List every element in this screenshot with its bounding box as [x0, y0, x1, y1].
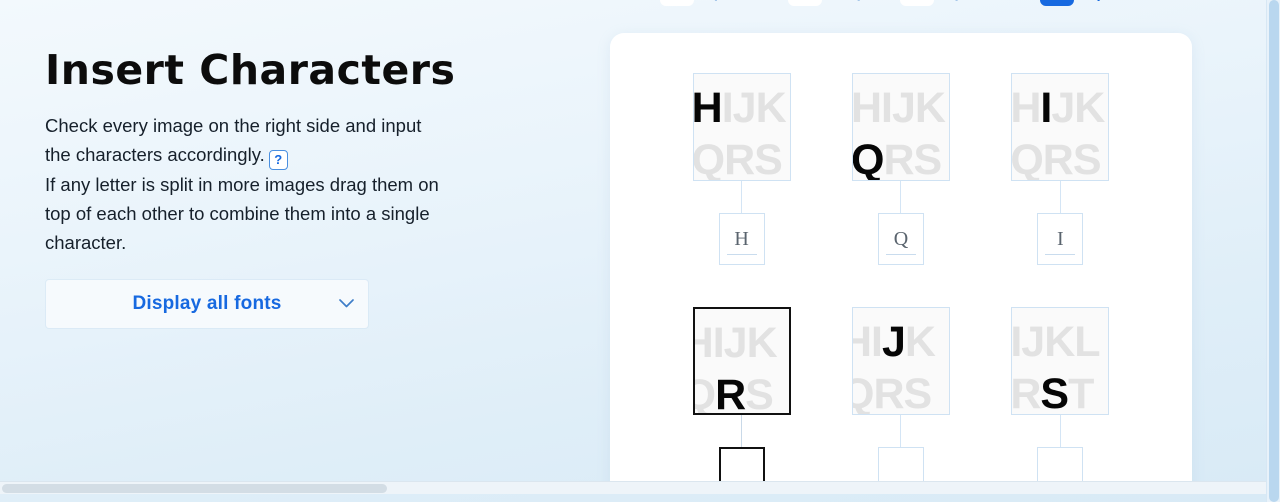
thumbnail-letter-grid: HIJKQRS	[692, 82, 787, 181]
display-all-fonts-label: Display all fonts	[132, 293, 282, 314]
thumbnail-row-bottom: RST	[1011, 370, 1094, 415]
thumbnail-letter-grid: HIJKQRS	[695, 317, 778, 415]
character-input[interactable]: H	[718, 213, 765, 265]
thumbnail-letter-grid: HIJKQRS	[1011, 82, 1105, 181]
display-all-fonts-select[interactable]: Display all fonts	[46, 280, 368, 328]
step-upload[interactable]: 1 Upload	[660, 0, 754, 6]
characters-panel: HIJKQRSHHIJKQRSQHIJKQRSIHIJKQRSHIJKQRSIJ…	[610, 33, 1192, 494]
card-s[interactable]: IJKL RST	[985, 307, 1135, 494]
thumbnail-row-top: HIJK	[695, 319, 778, 367]
chevron-down-icon	[339, 295, 354, 313]
thumbnail-row-top: IJKL	[1011, 318, 1100, 366]
page-title: Insert Characters	[45, 46, 456, 94]
page-viewport: 1 Upload 2 Crop 3 Optimize 4 Input Insert Chara…	[0, 0, 1266, 494]
intro-line-2-text: the characters accordingly.	[45, 144, 265, 166]
character-input-value: H	[734, 228, 749, 250]
thumbnail-row-bottom: QRS	[851, 136, 942, 181]
step-number-badge: 3	[899, 0, 934, 6]
thumbnail-row-top: HIJK	[1011, 84, 1105, 132]
thumbnail-letter-grid: HIJKQRS	[853, 316, 936, 415]
thumbnail-row-bottom: QRS	[853, 370, 932, 415]
horizontal-scrollbar-thumb[interactable]	[2, 484, 387, 493]
thumbnail-row-bottom: QRS	[1011, 136, 1101, 181]
step-label: Crop	[831, 0, 866, 2]
character-card-grid: HIJKQRSHHIJKQRSQHIJKQRSIHIJKQRSHIJKQRSIJ…	[610, 33, 1192, 494]
character-image-thumbnail[interactable]: HIJKQRS	[1011, 73, 1110, 181]
thumbnail-input-connector	[1059, 415, 1061, 447]
card-j[interactable]: HIJKQRS	[826, 307, 976, 494]
vertical-scrollbar[interactable]	[1266, 0, 1280, 502]
thumbnail-input-connector	[741, 181, 743, 213]
thumbnail-row-bottom: QRS	[692, 136, 783, 181]
card-r[interactable]: HIJKQRS	[667, 307, 817, 494]
character-input-underline	[726, 254, 757, 255]
thumbnail-row-top: HIJK	[853, 318, 936, 366]
card-h[interactable]: HIJK QRS H	[667, 73, 817, 265]
character-image-thumbnail[interactable]: HIJKQRS	[692, 73, 791, 181]
character-image-thumbnail[interactable]: HIJKQRS	[851, 73, 950, 181]
thumbnail-letter-grid: HIJKQRS	[851, 82, 946, 181]
character-input-underline	[885, 254, 916, 255]
character-input-value: Q	[893, 228, 909, 250]
character-input[interactable]: Q	[877, 213, 924, 265]
thumbnail-input-connector	[900, 181, 902, 213]
step-number-badge: 1	[660, 0, 694, 6]
intro-line-5: character.	[45, 231, 127, 253]
character-image-thumbnail[interactable]: HIJKQRS	[851, 307, 950, 415]
character-input-value: I	[1056, 228, 1064, 250]
wizard-stepper: 1 Upload 2 Crop 3 Optimize 4 Input	[660, 0, 1120, 8]
thumbnail-row-top: HIJK	[851, 84, 946, 132]
intro-line-2: the characters accordingly.?	[45, 140, 585, 170]
thumbnail-letter-grid: IJKL RST	[1011, 316, 1100, 415]
step-label: Upload	[703, 0, 754, 2]
thumbnail-input-connector	[741, 415, 743, 447]
thumbnail-input-connector	[1059, 181, 1061, 213]
step-number-badge: 4	[1040, 0, 1075, 6]
intro-line-3: If any letter is split in more images dr…	[45, 173, 439, 195]
thumbnail-row-bottom: QRS	[695, 371, 774, 415]
character-image-thumbnail[interactable]: HIJKQRS	[692, 307, 791, 415]
thumbnail-input-connector	[900, 415, 902, 447]
intro-line-1: Check every image on the right side and …	[45, 115, 422, 137]
character-input[interactable]: I	[1037, 213, 1084, 265]
step-optimize[interactable]: 3 Optimize	[899, 0, 1006, 6]
card-q[interactable]: HIJK QRS Q	[826, 73, 976, 265]
card-i[interactable]: HIJK QRS I	[985, 73, 1135, 265]
intro-line-4: top of each other to combine them into a…	[45, 202, 430, 224]
step-crop[interactable]: 2 Crop	[787, 0, 866, 6]
step-label: Input	[1083, 0, 1120, 2]
character-input-underline	[1045, 254, 1076, 255]
vertical-scrollbar-thumb[interactable]	[1269, 0, 1279, 502]
left-column: Insert Characters Check every image on t…	[45, 46, 585, 328]
step-label: Optimize	[943, 0, 1006, 2]
character-image-thumbnail[interactable]: IJKL RST	[1011, 307, 1110, 415]
thumbnail-row-top: HIJK	[692, 84, 787, 132]
step-number-badge: 2	[787, 0, 822, 6]
horizontal-scrollbar[interactable]	[0, 481, 1266, 494]
question-mark-icon[interactable]: ?	[268, 149, 288, 170]
step-input[interactable]: 4 Input	[1040, 0, 1120, 6]
